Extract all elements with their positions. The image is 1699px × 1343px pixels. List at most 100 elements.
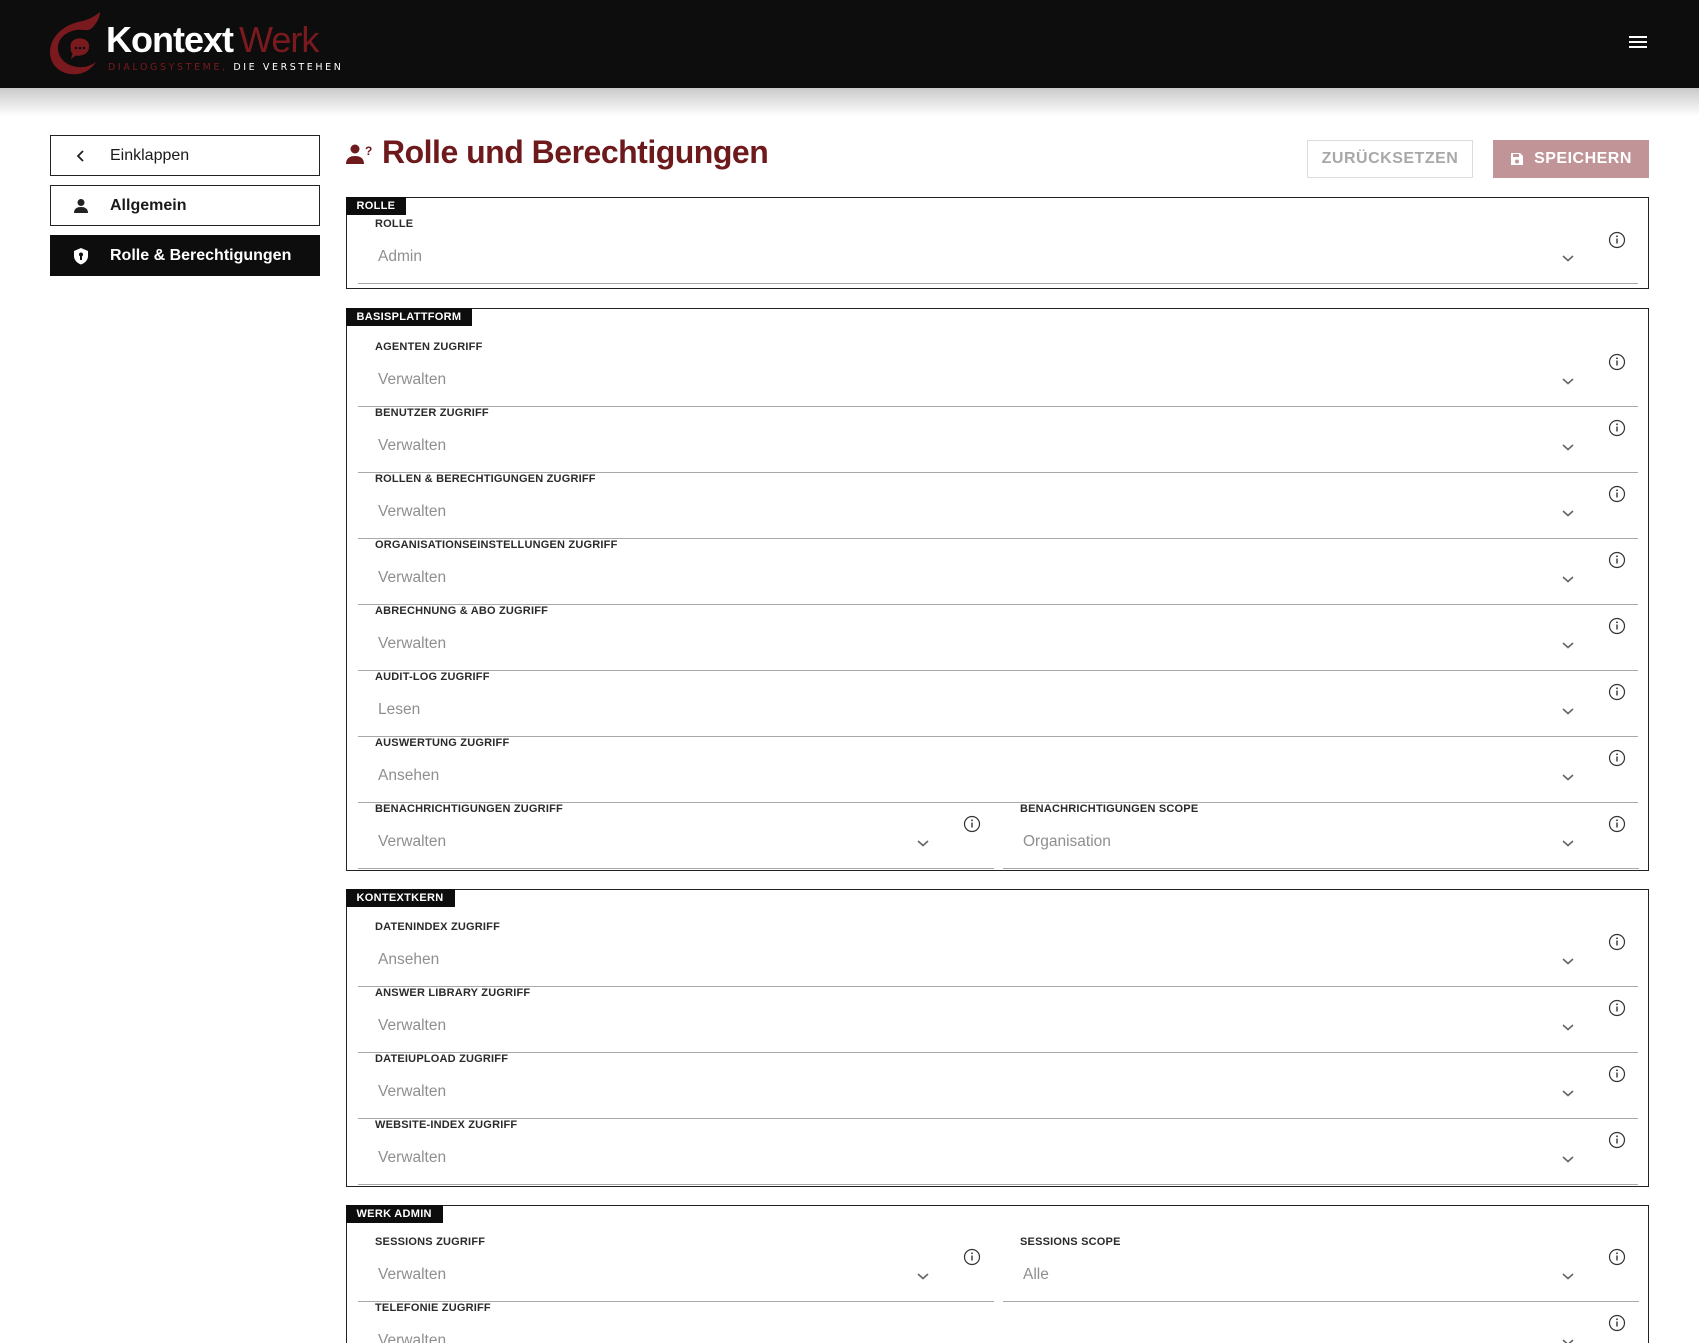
chevron-down-icon: [1562, 1090, 1574, 1097]
info-icon[interactable]: [1608, 551, 1626, 569]
field-value: Verwalten: [378, 437, 447, 454]
info-icon[interactable]: [1608, 419, 1626, 437]
auswertung-zugriff-select[interactable]: [358, 751, 1638, 803]
field-label: DATENINDEX ZUGRIFF: [375, 921, 501, 933]
organisationseinstellungen-zugriff-select[interactable]: [358, 553, 1638, 605]
svg-text:?: ?: [365, 144, 372, 158]
logo-tagline-part1: DIALOGSYSTEME,: [108, 62, 228, 73]
sidebar-item-label: Rolle & Berechtigungen: [110, 247, 292, 264]
logo-word-kontext: Kontext: [106, 19, 234, 60]
field-label: BENACHRICHTIGUNGEN SCOPE: [1020, 803, 1199, 815]
chevron-down-icon: [1562, 642, 1574, 649]
benachrichtigungen-zugriff-select[interactable]: [358, 817, 994, 869]
logo-word-werk: Werk: [239, 19, 319, 60]
user-question-icon: ?: [346, 144, 372, 164]
section-rolle: ROLLE ROLLE Admin: [345, 196, 1649, 289]
field-label: DATEIUPLOAD ZUGRIFF: [375, 1053, 509, 1065]
logo-wordmark: Kontext Werk: [106, 19, 319, 60]
abrechnung-abo-zugriff-select[interactable]: [358, 619, 1638, 671]
field-label: TELEFONIE ZUGRIFF: [375, 1302, 491, 1314]
chevron-down-icon: [1562, 840, 1574, 847]
sidebar-item-label: Einklappen: [110, 147, 190, 164]
info-icon[interactable]: [1608, 999, 1626, 1017]
audit-log-zugriff-select[interactable]: [358, 685, 1638, 737]
benutzer-zugriff-field: BENUTZER ZUGRIFF Verwalten: [358, 407, 1638, 473]
save-button[interactable]: SPEICHERN: [1493, 140, 1649, 178]
field-underline: [358, 283, 1638, 284]
info-icon[interactable]: [1608, 1131, 1626, 1149]
benachrichtigungen-scope-field: BENACHRICHTIGUNGEN SCOPE Organisation: [1003, 803, 1639, 869]
datenindex-zugriff-field: DATENINDEX ZUGRIFF Ansehen: [358, 921, 1638, 987]
agenten-zugriff-field: AGENTEN ZUGRIFF Verwalten: [358, 341, 1638, 407]
sessions-zugriff-field: SESSIONS ZUGRIFF Verwalten: [358, 1236, 994, 1302]
auswertung-zugriff-field: AUSWERTUNG ZUGRIFF Ansehen: [358, 737, 1638, 803]
field-label: BENUTZER ZUGRIFF: [375, 407, 489, 419]
chevron-down-icon: [1562, 1024, 1574, 1031]
field-underline: [358, 1184, 1638, 1185]
info-icon[interactable]: [1608, 617, 1626, 635]
sessions-scope-select[interactable]: [1003, 1250, 1639, 1302]
section-tag: WERK ADMIN: [345, 1204, 443, 1223]
info-icon[interactable]: [963, 815, 981, 833]
info-icon[interactable]: [1608, 353, 1626, 371]
field-value: Verwalten: [378, 1266, 447, 1283]
kontextwerk-logo[interactable]: Kontext Werk DIALOGSYSTEME, DIE VERSTEHEN: [48, 10, 341, 76]
reset-button[interactable]: ZURÜCKSETZEN: [1307, 140, 1473, 178]
chevron-left-icon: [76, 150, 84, 162]
benutzer-zugriff-select[interactable]: [358, 421, 1638, 473]
answer-library-zugriff-select[interactable]: [358, 1001, 1638, 1053]
datenindex-zugriff-select[interactable]: [358, 935, 1638, 987]
top-bar-shadow: [0, 88, 1699, 116]
telefonie-zugriff-select[interactable]: [358, 1316, 1638, 1343]
info-icon[interactable]: [1608, 231, 1626, 249]
sidebar-collapse-button[interactable]: Einklappen: [50, 135, 320, 176]
field-label: SESSIONS SCOPE: [1020, 1236, 1121, 1248]
info-icon[interactable]: [1608, 485, 1626, 503]
field-label: ROLLE: [375, 218, 414, 230]
role-select-field: ROLLE Admin: [358, 218, 1638, 284]
hamburger-menu-icon[interactable]: [1624, 28, 1652, 56]
info-icon[interactable]: [1608, 933, 1626, 951]
chevron-down-icon: [1562, 1273, 1574, 1280]
info-icon[interactable]: [1608, 749, 1626, 767]
field-label: ORGANISATIONSEINSTELLUNGEN ZUGRIFF: [375, 539, 618, 551]
role-select[interactable]: [358, 232, 1638, 284]
field-value: Verwalten: [378, 503, 447, 520]
sidebar-item-allgemein[interactable]: Allgemein: [50, 185, 320, 226]
logo-tagline: DIALOGSYSTEME, DIE VERSTEHEN: [108, 62, 343, 73]
field-value: Alle: [1023, 1266, 1049, 1283]
dateiupload-zugriff-select[interactable]: [358, 1067, 1638, 1119]
field-label: ROLLEN & BERECHTIGUNGEN ZUGRIFF: [375, 473, 596, 485]
field-label: AGENTEN ZUGRIFF: [375, 341, 483, 353]
rollen-berechtigungen-zugriff-field: ROLLEN & BERECHTIGUNGEN ZUGRIFF Verwalte…: [358, 473, 1638, 539]
field-value: Admin: [378, 248, 422, 265]
field-value: Verwalten: [378, 1149, 447, 1166]
organisationseinstellungen-zugriff-field: ORGANISATIONSEINSTELLUNGEN ZUGRIFF Verwa…: [358, 539, 1638, 605]
flame-chat-logo-icon: [50, 12, 100, 75]
sidebar-item-rolle-berechtigungen[interactable]: Rolle & Berechtigungen: [50, 235, 320, 276]
info-icon[interactable]: [963, 1248, 981, 1266]
chevron-down-icon: [1562, 708, 1574, 715]
info-icon[interactable]: [1608, 1248, 1626, 1266]
sessions-zugriff-select[interactable]: [358, 1250, 994, 1302]
rollen-berechtigungen-zugriff-select[interactable]: [358, 487, 1638, 539]
chevron-down-icon: [1562, 510, 1574, 517]
info-icon[interactable]: [1608, 683, 1626, 701]
field-value: Lesen: [378, 701, 421, 718]
field-label: WEBSITE-INDEX ZUGRIFF: [375, 1119, 518, 1131]
save-button-label: SPEICHERN: [1534, 150, 1632, 167]
chevron-down-icon: [917, 1273, 929, 1280]
field-value: Verwalten: [378, 569, 447, 586]
floppy-disk-icon: [1511, 153, 1524, 165]
shield-icon: [74, 248, 88, 265]
agenten-zugriff-select[interactable]: [358, 355, 1638, 407]
info-icon[interactable]: [1608, 815, 1626, 833]
info-icon[interactable]: [1608, 1314, 1626, 1332]
field-underline: [358, 868, 994, 869]
logo-tagline-part2: DIE VERSTEHEN: [233, 62, 344, 73]
section-basisplattform: BASISPLATTFORM AGENTEN ZUGRIFF Verwalten…: [345, 307, 1649, 871]
chevron-down-icon: [917, 840, 929, 847]
info-icon[interactable]: [1608, 1065, 1626, 1083]
website-index-zugriff-select[interactable]: [358, 1133, 1638, 1185]
chevron-down-icon: [1562, 255, 1574, 262]
